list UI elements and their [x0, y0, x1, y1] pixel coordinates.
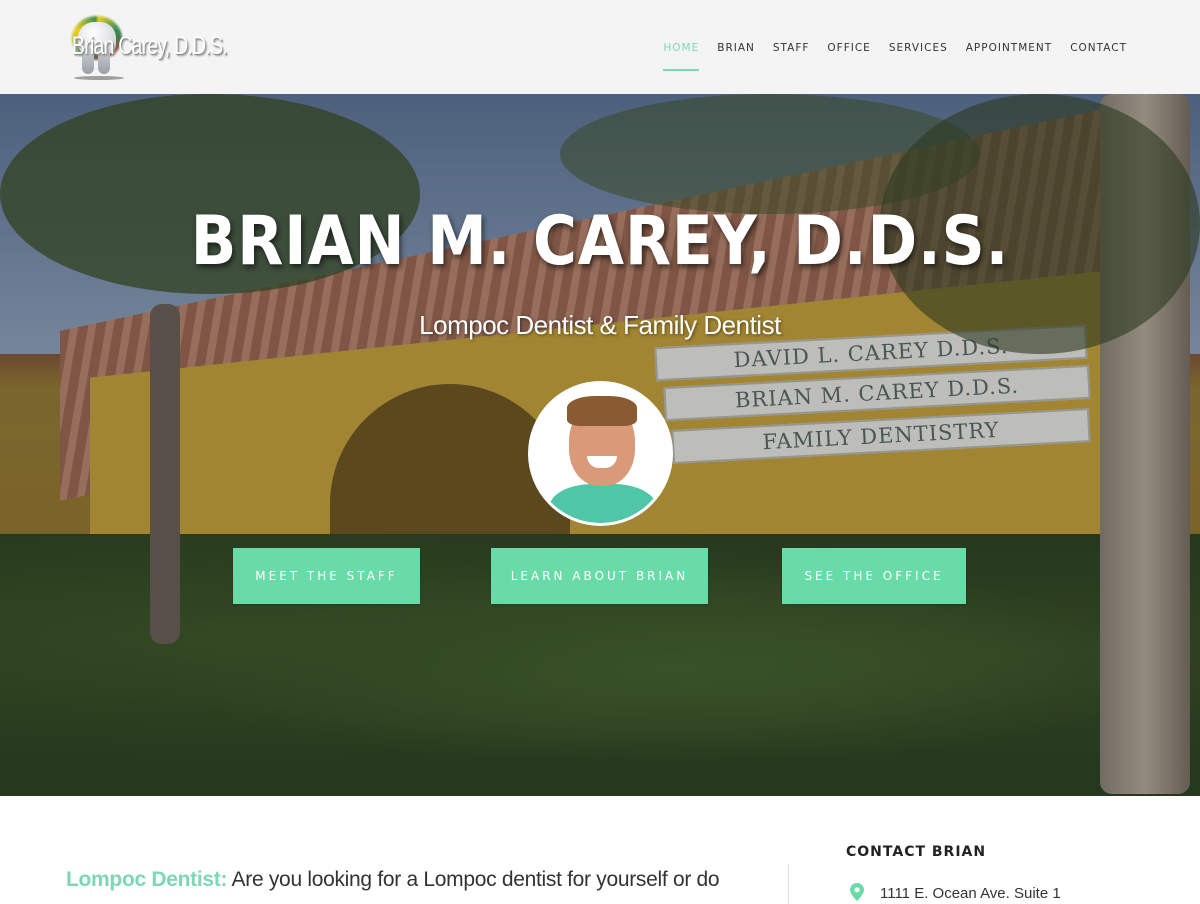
nav-appointment[interactable]: APPOINTMENT — [966, 42, 1052, 54]
site-header: Brian Carey, D.D.S. HOME BRIAN STAFF OFF… — [0, 0, 1200, 94]
contact-address[interactable]: 1111 E. Ocean Ave. Suite 1 — [880, 885, 1061, 902]
map-pin-icon — [850, 883, 864, 901]
column-divider — [788, 864, 789, 904]
intro-text: Are you looking for a Lompoc dentist for… — [227, 868, 720, 891]
hero-title: BRIAN M. CAREY, D.D.S. — [190, 202, 1010, 281]
logo-text: Brian Carey, D.D.S. — [72, 31, 228, 60]
nav-brian[interactable]: BRIAN — [717, 42, 755, 54]
see-the-office-button[interactable]: SEE THE OFFICE — [782, 548, 966, 604]
nav-staff[interactable]: STAFF — [773, 42, 810, 54]
nav-home[interactable]: HOME — [663, 42, 700, 71]
hero-subtitle: Lompoc Dentist & Family Dentist — [419, 310, 781, 340]
hero-section: DAVID L. CAREY D.D.S. BRIAN M. CAREY D.D… — [0, 94, 1200, 796]
nav-contact[interactable]: CONTACT — [1070, 42, 1127, 54]
nav-office[interactable]: OFFICE — [827, 42, 870, 54]
learn-about-brian-button[interactable]: LEARN ABOUT BRIAN — [491, 548, 708, 604]
intro-paragraph: Lompoc Dentist: Are you looking for a Lo… — [66, 868, 720, 892]
logo[interactable]: Brian Carey, D.D.S. — [70, 10, 260, 82]
content-section: Lompoc Dentist: Are you looking for a Lo… — [0, 796, 1200, 904]
nav-services[interactable]: SERVICES — [889, 42, 948, 54]
main-nav: HOME BRIAN STAFF OFFICE SERVICES APPOINT… — [645, 42, 1127, 71]
meet-the-staff-button[interactable]: MEET THE STAFF — [233, 548, 420, 604]
contact-heading: CONTACT BRIAN — [846, 844, 987, 860]
dentist-portrait — [528, 381, 673, 526]
intro-lead: Lompoc Dentist: — [66, 868, 228, 891]
